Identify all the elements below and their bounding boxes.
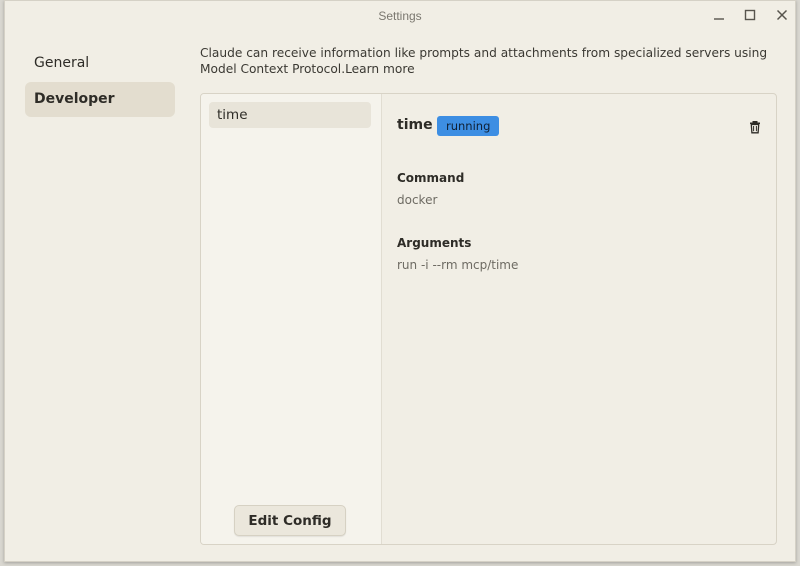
trash-icon bbox=[750, 121, 760, 134]
nav-item-general[interactable]: General bbox=[25, 46, 175, 81]
close-icon bbox=[776, 9, 788, 21]
close-button[interactable] bbox=[771, 7, 793, 25]
maximize-icon bbox=[744, 9, 756, 21]
delete-server-button[interactable] bbox=[748, 119, 762, 134]
server-item-time[interactable]: time bbox=[209, 102, 371, 128]
nav-item-developer[interactable]: Developer bbox=[25, 82, 175, 117]
window-title: Settings bbox=[378, 9, 422, 23]
command-label: Command bbox=[397, 171, 465, 185]
server-name: time bbox=[397, 117, 433, 133]
learn-more-link[interactable]: Learn more bbox=[345, 62, 415, 76]
title-bar: Settings bbox=[5, 1, 795, 31]
status-badge: running bbox=[437, 116, 500, 136]
edit-config-button[interactable]: Edit Config bbox=[234, 505, 346, 536]
arguments-label: Arguments bbox=[397, 236, 472, 250]
maximize-button[interactable] bbox=[739, 7, 761, 25]
server-detail: time running Command docker Arguments ru… bbox=[382, 94, 776, 544]
settings-window: Settings General Developer Claude can re… bbox=[4, 0, 796, 562]
description-text: Claude can receive information like prom… bbox=[200, 46, 768, 76]
minimize-button[interactable] bbox=[708, 7, 730, 25]
arguments-value: run -i --rm mcp/time bbox=[397, 258, 519, 272]
developer-description: Claude can receive information like prom… bbox=[200, 45, 775, 77]
server-list: time Edit Config bbox=[201, 94, 382, 544]
command-value: docker bbox=[397, 193, 438, 207]
mcp-servers-panel: time Edit Config time running Command do… bbox=[200, 93, 777, 545]
minimize-icon bbox=[714, 18, 724, 20]
settings-nav: General Developer bbox=[25, 46, 175, 118]
